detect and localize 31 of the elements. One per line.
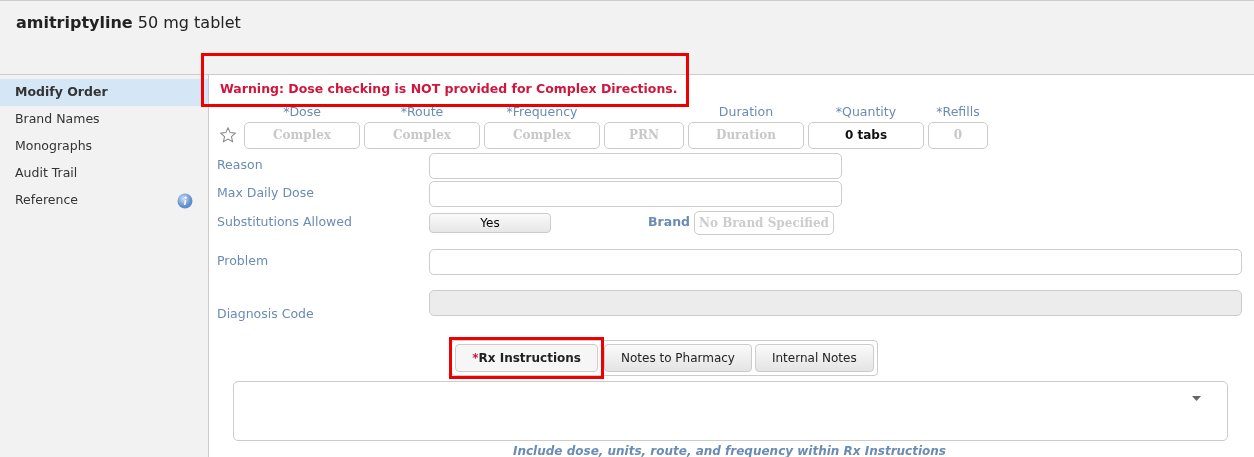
rx-instructions-field[interactable] <box>233 380 1228 441</box>
problem-field[interactable] <box>429 248 1242 275</box>
max-daily-dose-field[interactable] <box>429 180 842 207</box>
note-tab[interactable]: *Rx Instructions <box>455 343 598 372</box>
field-label: Diagnosis Code <box>217 305 314 321</box>
field-label: Brand <box>648 213 690 232</box>
drug-title: amitriptyline 50 mg tablet <box>16 12 242 34</box>
field-label: Problem <box>217 253 269 269</box>
order-field[interactable]: 0 tabs <box>808 121 924 149</box>
field-label: Max Daily Dose <box>217 185 314 201</box>
sidebar-item[interactable]: Brand Names <box>15 110 100 129</box>
field-label: *Dose <box>283 102 321 121</box>
field-label: *Refills <box>936 102 980 121</box>
field-label: Substitutions Allowed <box>217 214 352 230</box>
dropdown-caret-icon[interactable] <box>1192 395 1201 401</box>
star-icon[interactable] <box>219 125 237 144</box>
info-icon[interactable] <box>177 192 193 209</box>
hint-text: Include dose, units, route, and frequency within Rx Instructions <box>512 442 947 457</box>
field-label: *Quantity <box>835 102 897 121</box>
sidebar-item[interactable]: Reference <box>15 191 78 210</box>
field-label: Duration <box>718 102 774 121</box>
note-tab[interactable]: Notes to Pharmacy <box>603 343 752 372</box>
note-tab[interactable]: Internal Notes <box>754 343 874 372</box>
reason-field[interactable] <box>429 152 842 179</box>
field-label: *Frequency <box>506 102 578 121</box>
field-label: *Route <box>400 102 444 121</box>
field-label: Reason <box>217 157 263 173</box>
warning-message: Warning: Dose checking is NOT provided for Complex Directions. <box>219 80 678 98</box>
sidebar-item[interactable]: Audit Trail <box>15 164 78 183</box>
substitutions-toggle[interactable]: Yes <box>429 212 551 233</box>
sidebar-item[interactable]: Monographs <box>15 137 93 156</box>
